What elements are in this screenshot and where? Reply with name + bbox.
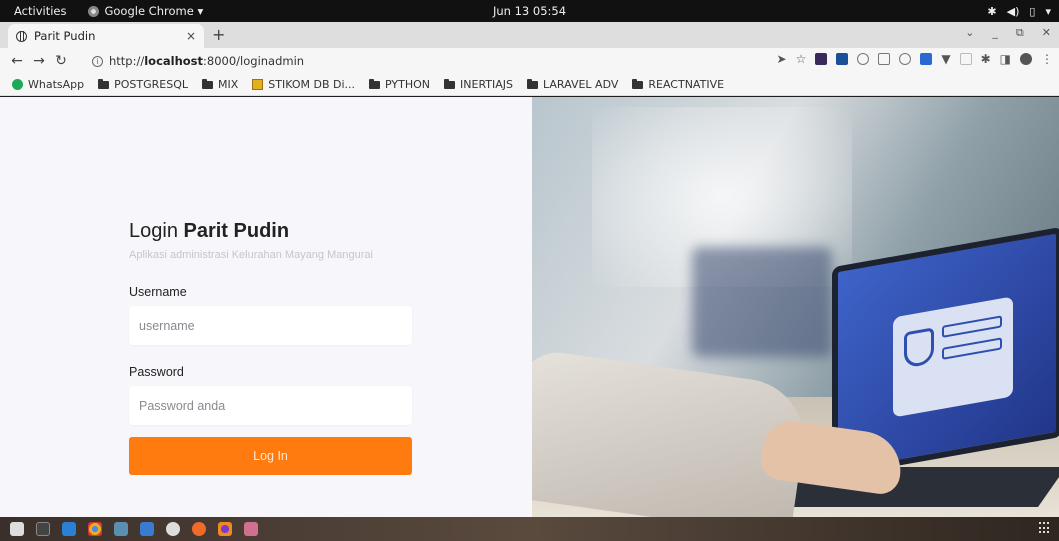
- extensions-area: ➤ ☆ ▼ ✱ ◨ ⋮: [777, 52, 1053, 66]
- vue-devtools-icon[interactable]: ▼: [941, 52, 950, 66]
- bookmark-whatsapp[interactable]: WhatsApp: [12, 78, 84, 91]
- bookmark-postgresql[interactable]: POSTGRESQL: [98, 78, 188, 91]
- extension-icon[interactable]: [815, 53, 828, 65]
- postman-icon[interactable]: [192, 522, 206, 536]
- back-button[interactable]: ←: [6, 53, 28, 69]
- forward-button[interactable]: →: [28, 53, 50, 69]
- extension-icon[interactable]: [836, 53, 849, 65]
- bookmark-laravel-adv[interactable]: LARAVEL ADV: [527, 78, 618, 91]
- app-icon[interactable]: [140, 522, 154, 536]
- tab-title: Parit Pudin: [34, 29, 96, 43]
- folder-icon: [98, 78, 110, 89]
- address-bar[interactable]: i http://localhost:8000/loginadmin: [92, 51, 702, 71]
- avatar[interactable]: [1020, 53, 1032, 65]
- bookmark-mix[interactable]: MIX: [202, 78, 238, 91]
- password-input[interactable]: [129, 386, 412, 425]
- extension-icon[interactable]: [899, 53, 912, 65]
- tab-strip: Parit Pudin × + ⌄ _ ⧉ ✕: [0, 22, 1059, 48]
- system-top-bar: Activities Google Chrome ▾ Jun 13 05:54 …: [0, 0, 1059, 22]
- bookmark-stikom[interactable]: STIKOM DB Di...: [252, 78, 355, 91]
- folder-icon: [202, 78, 214, 89]
- battery-icon[interactable]: ▯: [1029, 5, 1035, 18]
- close-window-button[interactable]: ✕: [1042, 26, 1051, 40]
- username-label: Username: [129, 285, 187, 299]
- new-tab-button[interactable]: +: [212, 25, 225, 44]
- system-tray[interactable]: ✱ ◀) ▯ ▾: [987, 0, 1051, 22]
- login-panel: Login Parit Pudin Aplikasi administrasi …: [0, 97, 532, 517]
- url-text: http://localhost:8000/loginadmin: [109, 54, 305, 68]
- extension-icon[interactable]: [878, 53, 891, 65]
- password-label: Password: [129, 365, 184, 379]
- reload-button[interactable]: ↻: [50, 53, 72, 69]
- folder-icon: [632, 78, 644, 89]
- vscode-icon[interactable]: [62, 522, 76, 536]
- app-icon[interactable]: [166, 522, 180, 536]
- site-info-icon[interactable]: i: [92, 55, 103, 67]
- restore-button[interactable]: ⧉: [1016, 26, 1024, 40]
- chrome-icon: [88, 5, 100, 17]
- files-icon[interactable]: [10, 522, 24, 536]
- whatsapp-icon: [12, 79, 23, 90]
- minimize-button[interactable]: _: [992, 26, 998, 40]
- folder-icon: [527, 78, 539, 89]
- page-subtitle: Aplikasi administrasi Kelurahan Mayang M…: [129, 249, 373, 261]
- bookmark-star-icon[interactable]: ☆: [796, 52, 807, 66]
- app-icon[interactable]: [244, 522, 258, 536]
- window-controls: ⌄ _ ⧉ ✕: [965, 26, 1051, 40]
- app-menu[interactable]: Google Chrome ▾: [76, 4, 203, 18]
- chrome-icon[interactable]: [88, 522, 102, 536]
- extension-icon[interactable]: [920, 53, 933, 65]
- browser-tab[interactable]: Parit Pudin ×: [8, 24, 204, 48]
- activities-button[interactable]: Activities: [0, 4, 76, 18]
- folder-icon: [444, 78, 456, 89]
- folder-icon: [369, 78, 381, 89]
- username-input[interactable]: [129, 306, 412, 345]
- extension-icon[interactable]: [857, 53, 870, 65]
- chevron-down-icon[interactable]: ▾: [1045, 5, 1051, 18]
- menu-kebab-icon[interactable]: ⋮: [1041, 52, 1053, 66]
- login-button[interactable]: Log In: [129, 437, 412, 475]
- bookmark-reactnative[interactable]: REACTNATIVE: [632, 78, 724, 91]
- page-title: Login Parit Pudin: [129, 220, 290, 242]
- tab-search-icon[interactable]: ⌄: [965, 26, 974, 40]
- side-panel-icon[interactable]: ◨: [1000, 52, 1011, 66]
- send-tab-icon[interactable]: ➤: [777, 52, 787, 66]
- tab-close-button[interactable]: ×: [186, 29, 196, 43]
- hero-image: [532, 97, 1059, 517]
- show-apps-icon[interactable]: [1039, 522, 1051, 534]
- globe-icon: [16, 30, 27, 42]
- dock: [0, 517, 1059, 541]
- bookmark-inertiajs[interactable]: INERTIAJS: [444, 78, 513, 91]
- terminal-icon[interactable]: [36, 522, 50, 536]
- puzzle-icon[interactable]: ✱: [981, 52, 991, 66]
- bookmarks-bar: WhatsApp POSTGRESQL MIX STIKOM DB Di... …: [0, 74, 1059, 96]
- app-menu-label: Google Chrome ▾: [104, 4, 204, 18]
- hero-background-screen: [692, 247, 832, 357]
- toolbar: ← → ↻ i http://localhost:8000/loginadmin…: [0, 48, 1059, 74]
- extension-icon[interactable]: [959, 53, 972, 65]
- firefox-icon[interactable]: [218, 522, 232, 536]
- bluetooth-icon[interactable]: ✱: [987, 5, 996, 18]
- web-page: Login Parit Pudin Aplikasi administrasi …: [0, 97, 1059, 517]
- volume-icon[interactable]: ◀): [1007, 5, 1020, 18]
- stikom-icon: [252, 79, 264, 90]
- login-form: Login Parit Pudin Aplikasi administrasi …: [129, 220, 412, 475]
- bookmark-python[interactable]: PYTHON: [369, 78, 430, 91]
- virtualbox-icon[interactable]: [114, 522, 128, 536]
